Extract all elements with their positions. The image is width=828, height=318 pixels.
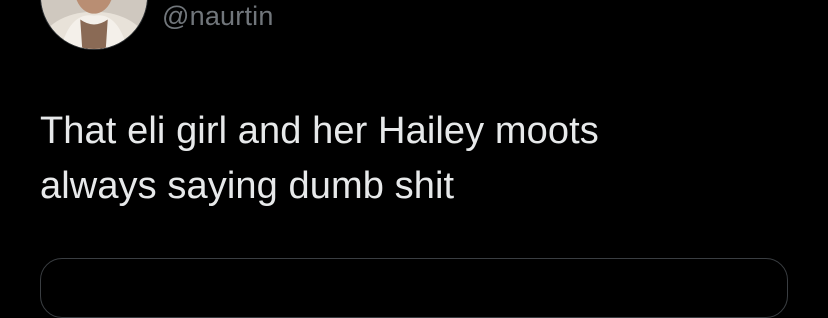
avatar[interactable] bbox=[40, 0, 148, 50]
tweet-text: That eli girl and her Hailey moots alway… bbox=[40, 110, 599, 207]
user-handle[interactable]: @naurtin bbox=[162, 1, 274, 31]
profile-photo-icon bbox=[41, 0, 147, 49]
tweet-container: @naurtin That eli girl and her Hailey mo… bbox=[0, 0, 828, 318]
quote-card[interactable] bbox=[40, 258, 788, 318]
